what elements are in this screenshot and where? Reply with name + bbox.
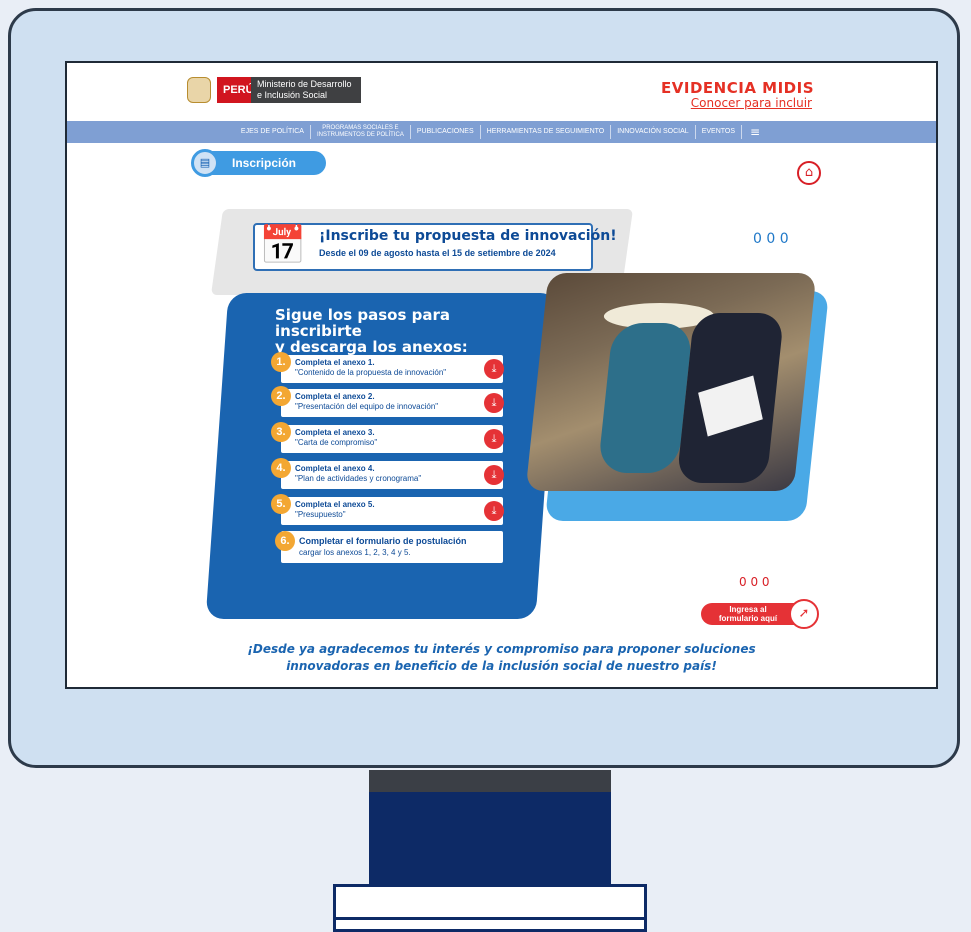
ministry-line1: Ministerio de Desarrollo [257,79,352,89]
step-number: 5. [271,494,291,514]
step-number: 6. [275,531,295,551]
banner-title: ¡Inscribe tu propuesta de innovación! [319,228,617,244]
banner-subtitle: Desde el 09 de agosto hasta el 15 de set… [319,248,556,258]
site-header: PERÚ Ministerio de Desarrollo e Inclusió… [67,63,936,119]
brand-subtitle: Conocer para incluir [690,96,812,110]
step-title: Completar el formulario de postulación [299,536,467,546]
base-line [336,917,644,920]
nav-eventos[interactable]: EVENTOS [696,125,743,139]
step-subtitle: "Carta de compromiso" [295,438,378,447]
steps-title-line2: y descarga los anexos: [275,338,468,356]
neck-top [369,770,611,792]
step-subtitle: "Plan de actividades y cronograma" [295,474,422,483]
cta-line1: Ingresa al [729,605,767,614]
main-nav: EJES DE POLÍTICA PROGRAMAS SOCIALES E IN… [67,121,936,143]
nav-herramientas[interactable]: HERRAMIENTAS DE SEGUIMIENTO [481,125,612,139]
footer-line1: ¡Desde ya agradecemos tu interés y compr… [247,642,756,656]
cursor-click-icon[interactable]: ➚ [789,599,819,629]
home-icon[interactable]: ⌂ [797,161,821,185]
download-icon[interactable]: ⤓ [484,359,504,379]
download-icon[interactable]: ⤓ [484,465,504,485]
monitor-frame: PERÚ Ministerio de Desarrollo e Inclusió… [8,8,960,768]
community-photo [525,273,817,491]
step-number: 4. [271,458,291,478]
step-1: 1. Completa el anexo 1. "Contenido de la… [271,352,504,383]
footer-message: ¡Desde ya agradecemos tu interés y compr… [67,641,936,675]
download-icon[interactable]: ⤓ [484,393,504,413]
step-3: 3. Completa el anexo 3. "Carta de compro… [271,422,504,453]
step-5: 5. Completa el anexo 5. "Presupuesto" ⤓ [271,494,504,525]
step-subtitle: cargar los anexos 1, 2, 3, 4 y 5. [299,548,411,557]
ministry-line2: e Inclusión Social [257,90,328,100]
decorative-dashes: 0 0 0 [739,575,770,589]
step-title: Completa el anexo 5. [295,500,375,509]
step-title: Completa el anexo 3. [295,428,375,437]
nav-publicaciones[interactable]: PUBLICACIONES [411,125,481,139]
download-icon[interactable]: ⤓ [484,501,504,521]
step-subtitle: "Contenido de la propuesta de innovación… [295,368,447,377]
nav-programas-line1: PROGRAMAS SOCIALES E [322,125,399,131]
steps-title-line1: Sigue los pasos para inscribirte [275,306,450,340]
ministry-logo[interactable]: Ministerio de Desarrollo e Inclusión Soc… [251,77,361,103]
step-title: Completa el anexo 1. [295,358,375,367]
download-icon[interactable]: ⤓ [484,429,504,449]
brand-title[interactable]: EVIDENCIA MIDIS [661,79,814,97]
step-6: 6. Completar el formulario de postulació… [275,531,503,563]
step-number: 1. [271,352,291,372]
form-cta-button[interactable]: Ingresa al formulario aquí [701,603,795,625]
step-title: Completa el anexo 4. [295,464,375,473]
coat-of-arms-icon [187,77,211,103]
cta-line2: formulario aquí [718,614,778,623]
monitor-base [333,884,647,932]
nav-ejes[interactable]: EJES DE POLÍTICA [235,125,311,139]
step-subtitle: "Presentación del equipo de innovación" [295,402,439,411]
nav-innovacion[interactable]: INNOVACIÓN SOCIAL [611,125,696,139]
step-2: 2. Completa el anexo 2. "Presentación de… [271,386,504,417]
screen: PERÚ Ministerio de Desarrollo e Inclusió… [65,61,938,689]
step-number: 2. [271,386,291,406]
form-icon: ▤ [191,149,219,177]
nav-programas[interactable]: PROGRAMAS SOCIALES E INSTRUMENTOS DE POL… [311,125,411,139]
footer-line2: innovadoras en beneficio de la inclusión… [286,659,717,673]
step-number: 3. [271,422,291,442]
neck-body [369,792,611,888]
monitor-neck [369,770,611,890]
steps-title: Sigue los pasos para inscribirte y desca… [275,307,535,355]
nav-programas-line2: INSTRUMENTOS DE POLÍTICA [316,132,404,138]
step-subtitle: "Presupuesto" [295,510,346,519]
step-title: Completa el anexo 2. [295,392,375,401]
calendar-icon: 📅 [259,223,307,267]
step-4: 4. Completa el anexo 4. "Plan de activid… [271,458,504,489]
decorative-dashes: 0 0 0 [753,231,789,247]
hamburger-menu-icon[interactable]: ≡ [742,125,768,139]
